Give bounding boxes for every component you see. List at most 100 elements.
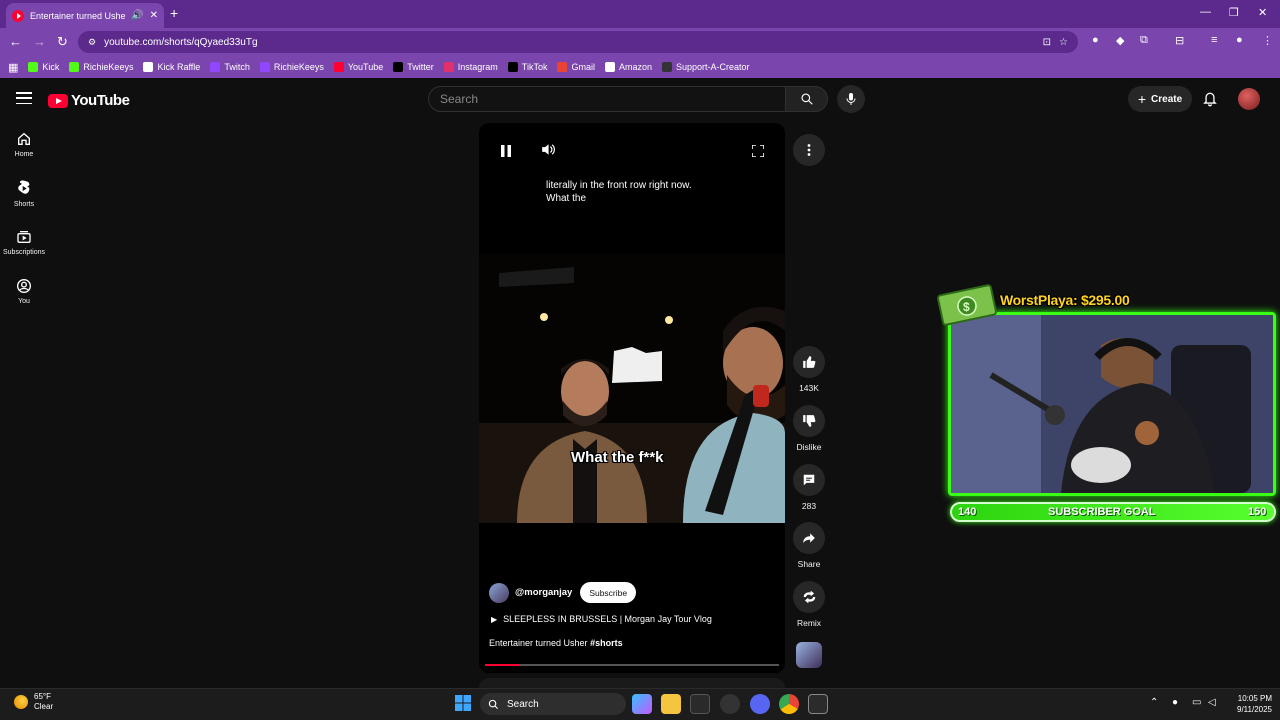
copilot-icon[interactable] [632,694,652,714]
reload-icon[interactable]: ↻ [57,34,68,50]
bookmark-favicon-icon [443,62,454,72]
speaker-icon[interactable]: ◁ [1208,697,1216,708]
next-short-peek [479,678,785,688]
more-actions-button[interactable] [793,134,825,166]
bookmark-star-icon[interactable]: ☆ [1059,37,1068,48]
bookmark-twitch[interactable]: Twitch [210,62,250,72]
youtube-logo[interactable]: YouTube [48,92,130,109]
play-triangle-icon: ▶ [491,614,498,624]
channel-name[interactable]: @morganjay [515,587,572,598]
voice-search-button[interactable] [837,85,865,113]
create-label: Create [1151,93,1183,105]
remix-icon [803,590,815,604]
notifications-button[interactable] [1202,90,1218,112]
back-icon[interactable]: ← [9,34,22,49]
new-tab-icon[interactable]: + [170,5,178,21]
weather-widget[interactable]: 65°F Clear [14,692,53,712]
pause-button[interactable] [501,144,511,162]
nav-you[interactable]: You [0,278,48,305]
bookmark-gmail[interactable]: Gmail [557,62,595,72]
bookmark-kick[interactable]: Kick [28,62,59,72]
bookmark-youtube[interactable]: YouTube [333,62,383,72]
window-close-icon[interactable]: ✕ [1258,6,1267,19]
address-bar[interactable]: ⚙ youtube.com/shorts/qQyaed33uTg ⊡ ☆ [78,31,1078,53]
bookmark-favicon-icon [604,62,615,72]
file-explorer-icon[interactable] [661,694,681,714]
taskbar-clock[interactable]: 10:05 PM 9/11/2025 [1222,693,1272,715]
discord-icon[interactable] [750,694,770,714]
account-avatar[interactable] [1238,88,1260,110]
maximize-icon[interactable]: ❐ [1229,6,1239,19]
xbox-app-icon[interactable] [690,694,710,714]
tray-app-icon[interactable] [720,694,740,714]
extensions-icon[interactable]: ⧉ [1140,34,1148,47]
create-button[interactable]: + Create [1128,86,1192,112]
video-title: Entertainer turned Usher #shorts [489,638,623,648]
chrome-menu-icon[interactable]: ⋮ [1262,34,1273,47]
install-icon[interactable]: ⊡ [1043,37,1051,48]
microphone-icon [846,93,856,105]
bookmark-favicon-icon [557,62,568,72]
tab-close-icon[interactable]: ✕ [150,10,158,21]
start-button[interactable] [454,694,474,714]
minimize-icon[interactable]: — [1200,6,1211,18]
bookmark-instagram[interactable]: Instagram [443,62,498,72]
bookmark-favicon-icon [393,62,404,72]
related-video-link[interactable]: ▶ SLEEPLESS IN BRUSSELS | Morgan Jay Tou… [491,614,712,624]
search-button[interactable] [785,86,828,112]
bookmark-favicon-icon [210,62,221,72]
bookmark-twitter[interactable]: Twitter [393,62,434,72]
search-input[interactable] [428,86,786,112]
bookmark-amazon[interactable]: Amazon [604,62,652,72]
nav-subscriptions[interactable]: Subscriptions [0,229,48,256]
shorts-video-player[interactable]: literally in the front row right now. Wh… [479,123,785,673]
guide-menu-icon[interactable] [16,92,32,104]
nav-home[interactable]: Home [0,131,48,158]
tab-search-icon[interactable]: ⊟ [1175,34,1184,47]
clock-time: 10:05 PM [1237,694,1272,703]
channel-row: @morganjay Subscribe [489,582,637,603]
bookmark-kick-raffle[interactable]: Kick Raffle [143,62,200,72]
forward-icon[interactable]: → [33,34,46,49]
network-icon[interactable]: ▭ [1192,697,1201,708]
youtube-play-icon [48,93,68,108]
share-button[interactable]: Share [793,522,825,569]
tray-chevron-icon[interactable]: ⌃ [1150,697,1158,708]
chrome-taskbar-icon[interactable] [779,694,799,714]
sound-thumbnail[interactable] [796,642,822,668]
fullscreen-button[interactable] [751,144,765,162]
like-circle[interactable] [793,346,825,378]
media-control-icon[interactable]: ≡ [1211,34,1217,46]
progress-bar[interactable] [485,664,779,666]
mic-tray-icon[interactable]: ● [1172,697,1178,708]
dislike-circle[interactable] [793,405,825,437]
volume-button[interactable] [541,143,555,161]
site-info-icon[interactable]: ⚙ [88,37,96,48]
extension-fox-icon[interactable]: ◆ [1116,34,1124,47]
share-circle[interactable] [793,522,825,554]
caption-top: literally in the front row right now. Wh… [546,180,692,204]
tab-audio-icon[interactable]: 🔊 [131,10,143,21]
nav-shorts[interactable]: Shorts [0,180,48,208]
comments-circle[interactable] [793,464,825,496]
dislike-button[interactable]: Dislike [793,405,825,452]
like-button[interactable]: 143K [793,346,825,393]
channel-avatar[interactable] [489,582,509,603]
extension-dot-icon[interactable]: ● [1092,34,1099,46]
bookmark-support-a-creator[interactable]: Support-A-Creator [662,62,750,72]
epic-games-icon[interactable] [808,694,828,714]
subscribe-button[interactable]: Subscribe [580,582,637,603]
remix-button[interactable]: Remix [793,581,825,628]
taskbar-search[interactable]: Search [480,693,626,715]
profile-icon[interactable]: ● [1236,34,1243,46]
url-text[interactable]: youtube.com/shorts/qQyaed33uTg [104,37,1035,48]
bookmark-richiekeeys[interactable]: RichieKeeys [259,62,324,72]
remix-circle[interactable] [793,581,825,613]
browser-tab[interactable]: Entertainer turned Usher #shorts 🔊 ✕ [6,3,164,28]
comments-button[interactable]: 283 [793,464,825,511]
apps-grid-icon[interactable]: ▦ [8,61,18,74]
bookmark-richiekeeys[interactable]: RichieKeeys [69,62,133,72]
donation-alert: WorstPlaya: $295.00 [1000,292,1130,308]
hashtag-link[interactable]: #shorts [590,638,623,648]
bookmark-tiktok[interactable]: TikTok [507,62,547,72]
